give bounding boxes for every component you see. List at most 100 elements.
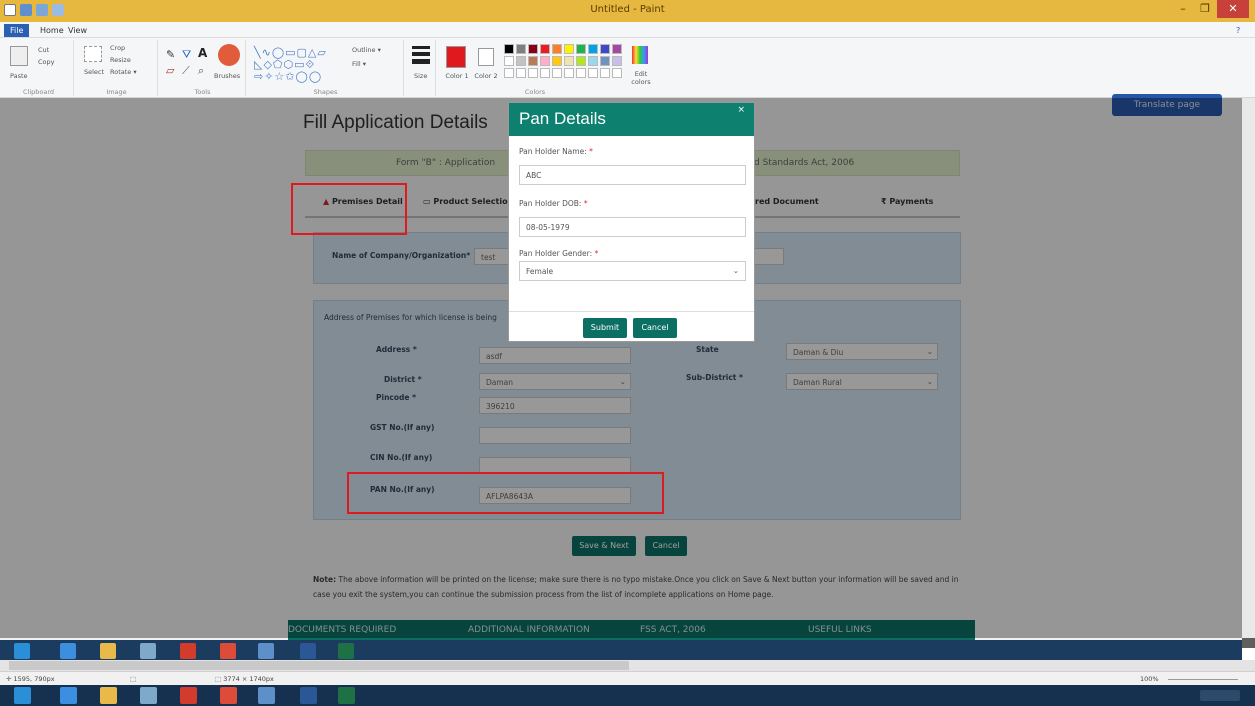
palette-lightblue[interactable] [588, 56, 598, 66]
palette-custom[interactable] [612, 68, 622, 78]
rotate-button[interactable]: Rotate ▾ [110, 68, 137, 76]
windows-taskbar [0, 685, 1255, 706]
pan-name-input[interactable]: ABC [519, 165, 746, 185]
excel-taskbar-icon[interactable] [338, 687, 355, 704]
required-mark: * [589, 147, 593, 156]
eraser-icon[interactable]: ▱ [166, 64, 174, 77]
edit-colors-button[interactable]: Edit colors [628, 70, 654, 86]
palette-darkred[interactable] [528, 44, 538, 54]
select-button[interactable]: Select [84, 68, 104, 76]
brushes-button[interactable]: Brushes [214, 72, 240, 80]
minimize-button[interactable]: – [1171, 0, 1195, 18]
pan-gender-select[interactable]: Female ⌄ [519, 261, 746, 281]
palette-blue[interactable] [588, 44, 598, 54]
pencil-icon[interactable]: ✎ [166, 48, 175, 61]
media-player-icon[interactable] [180, 687, 197, 704]
palette-custom[interactable] [564, 68, 574, 78]
palette-custom[interactable] [528, 68, 538, 78]
fill-dropdown[interactable]: Fill ▾ [352, 60, 366, 68]
palette-custom[interactable] [540, 68, 550, 78]
paste-icon[interactable] [10, 46, 28, 66]
tab-file[interactable]: File [4, 24, 30, 37]
pan-dob-input[interactable]: 08-05-1979 [519, 217, 746, 237]
size-icon[interactable] [412, 46, 430, 49]
maximize-button[interactable]: ❐ [1193, 0, 1217, 18]
select-icon[interactable] [84, 46, 102, 62]
horizontal-scroll-thumb[interactable] [9, 661, 629, 670]
color-picker-icon[interactable]: ⟋ [182, 64, 190, 78]
size-button[interactable]: Size [414, 72, 427, 80]
clipboard-group-label: Clipboard [22, 88, 55, 96]
tab-view[interactable]: View [62, 24, 93, 37]
shapes-gallery-row3[interactable]: ⇨✧☆✩◯◯ [254, 70, 322, 83]
magnifier-icon[interactable]: ⌕ [198, 64, 204, 78]
horizontal-scrollbar[interactable] [0, 660, 1255, 671]
word-taskbar-icon[interactable] [300, 687, 317, 704]
palette-red[interactable] [540, 44, 550, 54]
palette-pink[interactable] [540, 56, 550, 66]
paste-button[interactable]: Paste [10, 72, 28, 80]
file-explorer-icon[interactable] [100, 687, 117, 704]
palette-custom[interactable] [576, 68, 586, 78]
palette-lavender[interactable] [612, 56, 622, 66]
palette-lime[interactable] [576, 56, 586, 66]
palette-gold[interactable] [552, 56, 562, 66]
outline-dropdown[interactable]: Outline ▾ [352, 46, 381, 54]
resize-button[interactable]: Resize [110, 56, 131, 64]
submit-button[interactable]: Submit [583, 318, 627, 338]
color2-label[interactable]: Color 2 [472, 72, 500, 80]
zoom-level: 100% [1140, 675, 1159, 683]
palette-orange[interactable] [552, 44, 562, 54]
tools-group-label: Tools [194, 88, 211, 96]
status-bar: ✛ 1595, 790px ⬚ ⬚ 3774 × 1740px 100% [0, 671, 1255, 685]
palette-custom[interactable] [600, 68, 610, 78]
system-tray-clock[interactable] [1200, 690, 1240, 701]
close-button[interactable]: ✕ [1217, 0, 1249, 18]
palette-custom[interactable] [504, 68, 514, 78]
palette-gray[interactable] [516, 44, 526, 54]
ribbon-tabs: File Home View ? [0, 22, 1255, 38]
chrome-taskbar-icon[interactable] [220, 687, 237, 704]
color1-swatch[interactable] [446, 46, 466, 68]
color2-swatch[interactable] [478, 48, 494, 66]
palette-lightgray[interactable] [516, 56, 526, 66]
palette-brown[interactable] [528, 56, 538, 66]
palette-cream[interactable] [564, 56, 574, 66]
modal-cancel-button[interactable]: Cancel [633, 318, 677, 338]
zoom-slider[interactable] [1168, 679, 1238, 680]
internet-explorer-icon[interactable] [60, 687, 77, 704]
cut-button[interactable]: Cut [38, 46, 49, 54]
palette-custom[interactable] [516, 68, 526, 78]
pan-details-modal: Pan Details × Pan Holder Name: * ABC Pan… [508, 102, 755, 342]
palette-custom[interactable] [552, 68, 562, 78]
fill-icon[interactable]: ⛛ [182, 48, 191, 62]
vertical-scrollbar[interactable] [1242, 98, 1255, 638]
clipboard-group: Paste Cut Copy Clipboard [4, 40, 74, 96]
palette-steel[interactable] [600, 56, 610, 66]
modal-close-icon[interactable]: × [737, 105, 745, 115]
edit-colors-icon[interactable] [632, 46, 648, 64]
palette-purple[interactable] [612, 44, 622, 54]
paint-taskbar-icon[interactable] [140, 687, 157, 704]
text-icon[interactable]: A [198, 46, 207, 60]
shapes-group-label: Shapes [313, 88, 338, 96]
palette-custom[interactable] [588, 68, 598, 78]
start-button-icon[interactable] [14, 687, 31, 704]
size-group: Size [406, 40, 436, 96]
colors-group-label: Colors [524, 88, 546, 96]
palette-white[interactable] [504, 56, 514, 66]
help-icon[interactable]: ? [1230, 24, 1246, 37]
color1-label[interactable]: Color 1 [444, 72, 470, 80]
app-taskbar-icon[interactable] [258, 687, 275, 704]
brushes-icon[interactable] [218, 44, 240, 66]
palette-yellow[interactable] [564, 44, 574, 54]
paint-icon [140, 643, 156, 659]
copy-button[interactable]: Copy [38, 58, 55, 66]
palette-indigo[interactable] [600, 44, 610, 54]
chrome-icon [220, 643, 236, 659]
modal-title: Pan Details [519, 109, 606, 128]
tools-group: ✎ ⛛ A ▱ ⟋ ⌕ Brushes Tools [160, 40, 246, 96]
palette-black[interactable] [504, 44, 514, 54]
palette-green[interactable] [576, 44, 586, 54]
crop-button[interactable]: Crop [110, 44, 125, 52]
